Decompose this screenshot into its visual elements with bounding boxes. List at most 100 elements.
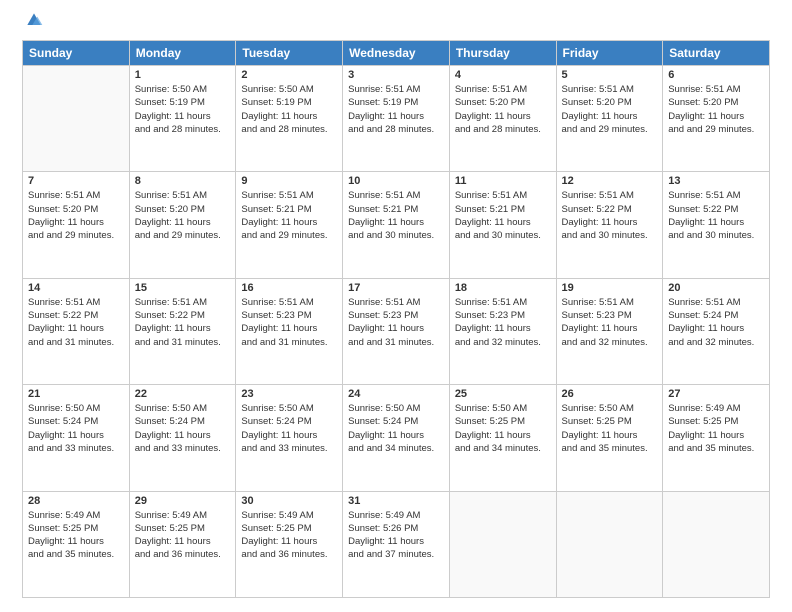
day-info-line: and and 35 minutes. [668, 442, 764, 455]
calendar-day-cell: 30 Sunrise: 5:49 AMSunset: 5:25 PMDayligh… [236, 491, 343, 597]
day-info-line: Sunrise: 5:51 AM [455, 296, 551, 309]
day-info-line: Daylight: 11 hours [455, 429, 551, 442]
day-info: Sunrise: 5:51 AMSunset: 5:21 PMDaylight:… [241, 189, 337, 242]
day-number: 17 [348, 282, 444, 294]
day-info: Sunrise: 5:49 AMSunset: 5:25 PMDaylight:… [241, 509, 337, 562]
day-info-line: Sunset: 5:22 PM [668, 203, 764, 216]
day-number: 30 [241, 495, 337, 507]
day-info-line: and and 30 minutes. [562, 229, 658, 242]
calendar-day-cell: 6 Sunrise: 5:51 AMSunset: 5:20 PMDaylight… [663, 66, 770, 172]
day-info-line: Daylight: 11 hours [28, 429, 124, 442]
day-number: 10 [348, 175, 444, 187]
day-info-line: Daylight: 11 hours [348, 429, 444, 442]
day-number: 20 [668, 282, 764, 294]
day-info: Sunrise: 5:51 AMSunset: 5:23 PMDaylight:… [562, 296, 658, 349]
day-info-line: Sunrise: 5:50 AM [241, 402, 337, 415]
day-number: 13 [668, 175, 764, 187]
calendar-day-cell: 14Sunrise: 5:51 AMSunset: 5:22 PMDayligh… [23, 278, 130, 384]
day-number: 29 [135, 495, 231, 507]
day-info-line: Sunset: 5:20 PM [135, 203, 231, 216]
calendar-day-cell: 5Sunrise: 5:51 AMSunset: 5:20 PMDaylight… [556, 66, 663, 172]
day-number: 7 [28, 175, 124, 187]
calendar-header-row: SundayMondayTuesdayWednesdayThursdayFrid… [23, 41, 770, 66]
day-info-line: Sunrise: 5:51 AM [562, 296, 658, 309]
calendar-day-cell [663, 491, 770, 597]
day-number: 8 [135, 175, 231, 187]
day-info: Sunrise: 5:49 AMSunset: 5:25 PMDaylight:… [135, 509, 231, 562]
calendar-table: SundayMondayTuesdayWednesdayThursdayFrid… [22, 40, 770, 598]
page: SundayMondayTuesdayWednesdayThursdayFrid… [0, 0, 792, 612]
day-info: Sunrise: 5:51 AMSunset: 5:20 PMDaylight:… [668, 83, 764, 136]
day-info-line: Sunrise: 5:51 AM [241, 189, 337, 202]
day-info-line: and and 36 minutes. [241, 548, 337, 561]
day-info-line: Sunset: 5:21 PM [241, 203, 337, 216]
day-number: 16 [241, 282, 337, 294]
day-info-line: Daylight: 11 hours [135, 322, 231, 335]
day-info-line: and and 35 minutes. [562, 442, 658, 455]
calendar-day-cell: 26Sunrise: 5:50 AMSunset: 5:25 PMDayligh… [556, 385, 663, 491]
day-info-line: Daylight: 11 hours [562, 322, 658, 335]
day-number: 14 [28, 282, 124, 294]
day-number: 2 [241, 69, 337, 81]
day-number: 15 [135, 282, 231, 294]
calendar-day-cell: 1 Sunrise: 5:50 AMSunset: 5:19 PMDaylight… [129, 66, 236, 172]
day-info-line: and and 33 minutes. [135, 442, 231, 455]
day-info-line: Sunset: 5:19 PM [135, 96, 231, 109]
day-info-line: and and 29 minutes. [135, 229, 231, 242]
day-info-line: Sunset: 5:24 PM [28, 415, 124, 428]
calendar-header-cell: Sunday [23, 41, 130, 66]
day-info: Sunrise: 5:50 AMSunset: 5:19 PMDaylight:… [135, 83, 231, 136]
day-info-line: Sunrise: 5:49 AM [348, 509, 444, 522]
day-number: 9 [241, 175, 337, 187]
calendar-day-cell: 3Sunrise: 5:51 AMSunset: 5:19 PMDaylight… [343, 66, 450, 172]
day-info-line: Sunrise: 5:51 AM [348, 83, 444, 96]
calendar-week-row: 14Sunrise: 5:51 AMSunset: 5:22 PMDayligh… [23, 278, 770, 384]
calendar-header-cell: Friday [556, 41, 663, 66]
day-info: Sunrise: 5:50 AMSunset: 5:25 PMDaylight:… [562, 402, 658, 455]
day-info: Sunrise: 5:50 AMSunset: 5:24 PMDaylight:… [241, 402, 337, 455]
calendar-day-cell: 24 Sunrise: 5:50 AMSunset: 5:24 PMDayligh… [343, 385, 450, 491]
day-info-line: Sunset: 5:24 PM [135, 415, 231, 428]
calendar-header-cell: Tuesday [236, 41, 343, 66]
day-number: 4 [455, 69, 551, 81]
day-info: Sunrise: 5:50 AMSunset: 5:24 PMDaylight:… [135, 402, 231, 455]
day-info-line: and and 32 minutes. [455, 336, 551, 349]
day-info-line: Sunrise: 5:49 AM [28, 509, 124, 522]
day-info-line: Sunrise: 5:51 AM [28, 296, 124, 309]
day-info: Sunrise: 5:51 AMSunset: 5:21 PMDaylight:… [455, 189, 551, 242]
day-info-line: Sunrise: 5:50 AM [28, 402, 124, 415]
day-info-line: Daylight: 11 hours [562, 429, 658, 442]
day-info-line: Sunset: 5:20 PM [562, 96, 658, 109]
calendar-header-cell: Wednesday [343, 41, 450, 66]
day-info-line: Sunset: 5:20 PM [455, 96, 551, 109]
day-info-line: Sunset: 5:25 PM [241, 522, 337, 535]
calendar-day-cell: 13Sunrise: 5:51 AMSunset: 5:22 PMDayligh… [663, 172, 770, 278]
day-info-line: Sunset: 5:21 PM [455, 203, 551, 216]
day-info-line: and and 32 minutes. [562, 336, 658, 349]
day-number: 12 [562, 175, 658, 187]
day-number: 24 [348, 388, 444, 400]
day-number: 3 [348, 69, 444, 81]
calendar-day-cell: 16Sunrise: 5:51 AMSunset: 5:23 PMDayligh… [236, 278, 343, 384]
calendar-day-cell: 18Sunrise: 5:51 AMSunset: 5:23 PMDayligh… [449, 278, 556, 384]
day-number: 19 [562, 282, 658, 294]
calendar-day-cell: 20 Sunrise: 5:51 AMSunset: 5:24 PMDayligh… [663, 278, 770, 384]
day-number: 23 [241, 388, 337, 400]
day-info-line: Daylight: 11 hours [135, 429, 231, 442]
day-info-line: Daylight: 11 hours [28, 535, 124, 548]
day-info-line: Daylight: 11 hours [241, 216, 337, 229]
day-info: Sunrise: 5:51 AMSunset: 5:24 PMDaylight:… [668, 296, 764, 349]
day-number: 6 [668, 69, 764, 81]
calendar-day-cell: 8Sunrise: 5:51 AMSunset: 5:20 PMDaylight… [129, 172, 236, 278]
day-info: Sunrise: 5:50 AMSunset: 5:24 PMDaylight:… [348, 402, 444, 455]
day-number: 1 [135, 69, 231, 81]
day-info-line: Daylight: 11 hours [455, 216, 551, 229]
day-info-line: and and 32 minutes. [668, 336, 764, 349]
day-info: Sunrise: 5:51 AMSunset: 5:22 PMDaylight:… [562, 189, 658, 242]
day-info-line: Sunrise: 5:51 AM [455, 83, 551, 96]
day-info: Sunrise: 5:50 AMSunset: 5:24 PMDaylight:… [28, 402, 124, 455]
calendar-day-cell: 11 Sunrise: 5:51 AMSunset: 5:21 PMDayligh… [449, 172, 556, 278]
calendar-day-cell: 10Sunrise: 5:51 AMSunset: 5:21 PMDayligh… [343, 172, 450, 278]
day-info-line: Daylight: 11 hours [668, 322, 764, 335]
day-number: 11 [455, 175, 551, 187]
